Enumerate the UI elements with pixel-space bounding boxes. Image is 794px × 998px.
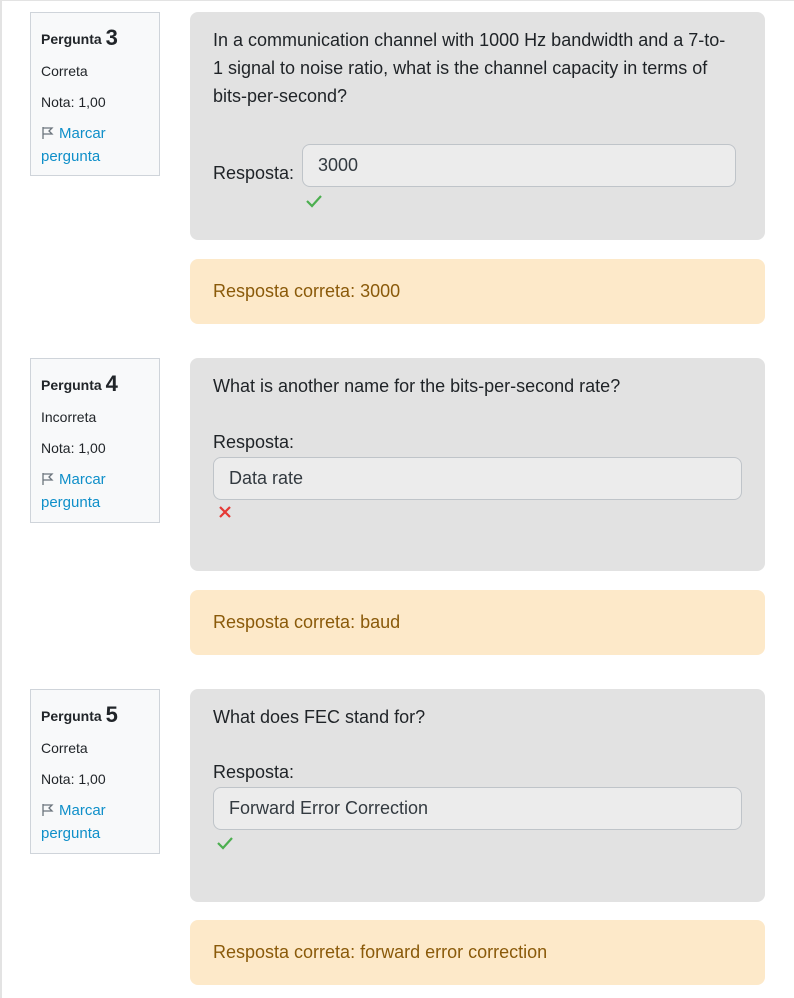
question-state: Correta [41, 739, 88, 756]
flag-icon [42, 127, 54, 140]
question-text: What does FEC stand for? [213, 707, 426, 727]
correct-answer-feedback: Resposta correta: 3000 [190, 259, 765, 324]
question-content-3: In a communication channel with 1000 Hz … [190, 12, 765, 240]
question-content-4: What is another name for the bits-per-se… [190, 358, 765, 571]
flag-question-link[interactable]: Marcar pergunta [41, 469, 149, 514]
check-icon [306, 195, 322, 208]
question-info-4: Pergunta 4 Incorreta Nota: 1,00 Marcar p… [30, 358, 160, 523]
question-number-heading: Pergunta 4 [41, 369, 149, 399]
question-label: Pergunta [41, 377, 102, 393]
flag-icon [42, 804, 54, 817]
question-label: Pergunta [41, 708, 102, 724]
question-text: What is another name for the bits-per-se… [213, 376, 621, 396]
check-icon [217, 837, 233, 850]
cross-icon [219, 506, 231, 518]
answer-input[interactable]: Data rate [213, 457, 742, 500]
flag-question-link[interactable]: Marcar pergunta [41, 800, 149, 845]
answer-label: Resposta: [213, 762, 295, 782]
answer-label: Resposta: [213, 432, 295, 452]
question-grade: Nota: 1,00 [41, 93, 106, 110]
question-label: Pergunta [41, 31, 102, 47]
correct-answer-feedback: Resposta correta: baud [190, 590, 765, 655]
question-info-3: Pergunta 3 Correta Nota: 1,00 Marcar per… [30, 12, 160, 176]
page-border [0, 0, 794, 1]
question-info-5: Pergunta 5 Correta Nota: 1,00 Marcar per… [30, 689, 160, 854]
question-state: Incorreta [41, 408, 97, 425]
answer-input[interactable]: 3000 [302, 144, 736, 187]
question-grade: Nota: 1,00 [41, 439, 106, 456]
question-number: 4 [105, 371, 118, 396]
answer-input[interactable]: Forward Error Correction [213, 787, 742, 830]
flag-icon [42, 473, 54, 486]
question-grade: Nota: 1,00 [41, 770, 106, 787]
question-number-heading: Pergunta 5 [41, 700, 149, 730]
page-border [0, 0, 2, 998]
question-number: 3 [105, 25, 118, 50]
question-number: 5 [105, 702, 118, 727]
answer-label: Resposta: [213, 163, 295, 183]
question-state: Correta [41, 62, 88, 79]
question-content-5: What does FEC stand for? Resposta: Forwa… [190, 689, 765, 902]
correct-answer-feedback: Resposta correta: forward error correcti… [190, 920, 765, 985]
question-number-heading: Pergunta 3 [41, 23, 149, 53]
flag-question-link[interactable]: Marcar pergunta [41, 123, 149, 168]
question-text: In a communication channel with 1000 Hz … [213, 30, 726, 106]
